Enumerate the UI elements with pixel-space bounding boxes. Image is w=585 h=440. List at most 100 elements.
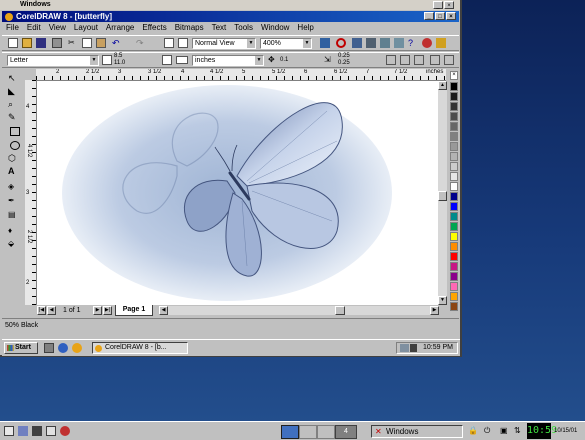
browser-icon[interactable] (58, 343, 68, 353)
color-swatch[interactable] (450, 202, 458, 211)
transparency-tool-icon[interactable]: ▤ (8, 210, 20, 220)
toolbar-icon-d[interactable] (394, 38, 404, 48)
app-titlebar[interactable]: CorelDRAW 8 - [butterfly] _ □ × (2, 11, 459, 22)
scroll-thumb[interactable] (438, 191, 447, 201)
color-swatch[interactable] (450, 92, 458, 101)
color-swatch[interactable] (450, 112, 458, 121)
rectangle-tool-icon[interactable] (10, 127, 20, 136)
start-button[interactable]: Start (4, 342, 38, 354)
color-swatch[interactable] (450, 132, 458, 141)
view-mode-select[interactable]: Normal View ▼ (192, 38, 256, 49)
new-icon[interactable] (8, 38, 18, 48)
first-page-button[interactable]: |◀ (37, 306, 46, 315)
next-page-button[interactable]: ▶ (93, 306, 102, 315)
menu-text[interactable]: Text (208, 22, 231, 34)
editor-icon[interactable] (46, 426, 56, 436)
toolbar-icon-f[interactable] (436, 38, 446, 48)
color-swatch[interactable] (450, 272, 458, 281)
zoom-tool-icon[interactable]: ⌕ (8, 99, 20, 109)
landscape-icon[interactable] (176, 56, 188, 64)
color-swatch[interactable] (450, 122, 458, 131)
snap-icon[interactable] (414, 55, 424, 65)
color-swatch[interactable] (450, 192, 458, 201)
color-swatch[interactable] (450, 292, 458, 301)
portrait-icon[interactable] (162, 55, 172, 65)
menu-icon[interactable] (4, 426, 14, 436)
terminal-icon[interactable] (18, 426, 28, 436)
toolbar-icon-c[interactable] (380, 38, 390, 48)
color-swatch[interactable] (450, 102, 458, 111)
menu-layout[interactable]: Layout (70, 22, 102, 34)
text-tool-icon[interactable]: A (8, 166, 20, 176)
coreldraw-quicklaunch-icon[interactable] (72, 343, 82, 353)
butterfly-bitmap[interactable] (37, 81, 438, 305)
workspace-1[interactable] (281, 425, 299, 439)
host-close-button[interactable]: × (444, 1, 454, 9)
color-swatch[interactable] (450, 282, 458, 291)
scroll-right-button[interactable]: ▶ (430, 306, 439, 315)
interactive-fill-tool-icon[interactable]: ◈ (8, 182, 20, 192)
task-button-coreldraw[interactable]: CorelDRAW 8 - [b... (92, 342, 188, 354)
hscroll-thumb[interactable] (335, 306, 345, 315)
color-swatch[interactable] (450, 222, 458, 231)
export-icon[interactable] (178, 38, 188, 48)
app-launcher-icon[interactable] (60, 426, 70, 436)
ellipse-tool-icon[interactable] (10, 141, 20, 150)
import-icon[interactable] (164, 38, 174, 48)
scroll-left-button[interactable]: ◀ (159, 306, 168, 315)
no-fill-swatch[interactable]: × (450, 71, 458, 80)
app-maximize-button[interactable]: □ (435, 12, 445, 20)
color-swatch[interactable] (450, 172, 458, 181)
application-launcher-icon[interactable] (320, 38, 330, 48)
grid-icon[interactable] (386, 55, 396, 65)
files-icon[interactable] (32, 426, 42, 436)
horizontal-ruler[interactable]: 2 2 1/2 3 3 1/2 4 4 1/2 5 5 1/2 6 6 1/2 … (36, 69, 446, 81)
color-swatch[interactable] (450, 242, 458, 251)
menu-view[interactable]: View (45, 22, 70, 34)
menu-edit[interactable]: Edit (23, 22, 45, 34)
scroll-up-button[interactable]: ▲ (438, 81, 447, 90)
menu-effects[interactable]: Effects (138, 22, 170, 34)
eyedropper-tool-icon[interactable]: ✒ (8, 196, 20, 206)
page-options-icon[interactable] (444, 55, 454, 65)
print-icon[interactable] (52, 38, 62, 48)
network-icon[interactable]: ⇅ (514, 426, 524, 436)
vertical-scrollbar[interactable]: ▲ ▼ (438, 81, 447, 305)
copy-icon[interactable] (82, 38, 92, 48)
drawing-canvas[interactable] (37, 81, 438, 305)
menu-help[interactable]: Help (293, 22, 317, 34)
pick-tool-icon[interactable]: ↖ (8, 73, 20, 83)
host-window-titlebar[interactable]: Windows (0, 0, 460, 10)
menu-window[interactable]: Window (257, 22, 293, 34)
save-icon[interactable] (36, 38, 46, 48)
help-icon[interactable]: ? (408, 38, 418, 48)
computer-icon[interactable]: ▣ (500, 426, 510, 436)
workspace-3[interactable] (317, 425, 335, 439)
paste-icon[interactable] (96, 38, 106, 48)
task-button-windows[interactable]: ✕ Windows (371, 425, 463, 438)
color-swatch[interactable] (450, 152, 458, 161)
workspace-2[interactable] (299, 425, 317, 439)
shape-tool-icon[interactable]: ◣ (8, 86, 20, 96)
color-swatch[interactable] (450, 232, 458, 241)
options-icon[interactable] (430, 55, 440, 65)
color-swatch[interactable] (450, 82, 458, 91)
previous-page-button[interactable]: ◀ (47, 306, 56, 315)
menu-bitmaps[interactable]: Bitmaps (171, 22, 208, 34)
color-swatch[interactable] (450, 212, 458, 221)
nudge-field[interactable]: 0.1 (280, 56, 310, 65)
color-swatch[interactable] (450, 252, 458, 261)
power-icon[interactable]: ⏻ (484, 426, 494, 436)
toolbar-icon-b[interactable] (366, 38, 376, 48)
menu-tools[interactable]: Tools (230, 22, 257, 34)
polygon-tool-icon[interactable]: ⬡ (8, 153, 20, 163)
color-swatch[interactable] (450, 142, 458, 151)
outline-tool-icon[interactable]: ♦ (8, 226, 20, 236)
vertical-ruler[interactable]: 4 4 1/2 3 2 1/2 2 (25, 80, 37, 305)
toolbar-icon-e[interactable] (422, 38, 432, 48)
toolbar-icon-a[interactable] (352, 38, 362, 48)
color-swatch[interactable] (450, 182, 458, 191)
host-minimize-button[interactable]: _ (433, 1, 443, 9)
units-select[interactable]: inches ▼ (192, 55, 264, 66)
paper-height-field[interactable]: 11.0 (114, 60, 138, 67)
